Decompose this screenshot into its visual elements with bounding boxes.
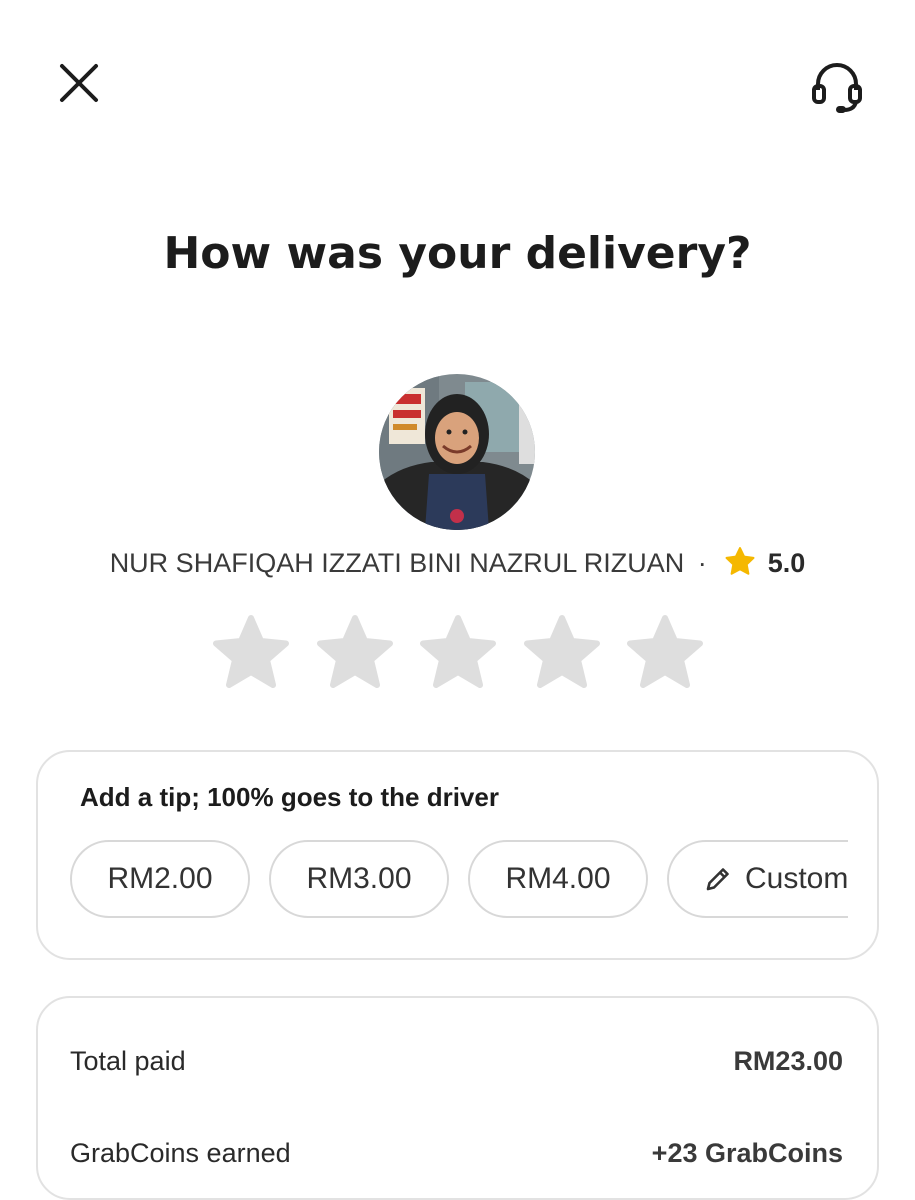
rating-stars <box>210 612 706 694</box>
total-paid-value: RM23.00 <box>733 1046 843 1076</box>
driver-rating: 5.0 <box>767 548 806 578</box>
headset-icon <box>812 63 862 113</box>
pencil-icon <box>706 868 729 891</box>
total-paid-row: Total paid RM23.00 <box>70 1046 843 1077</box>
star-icon <box>725 547 755 575</box>
rate-star-5[interactable] <box>624 612 706 694</box>
top-bar <box>0 0 915 170</box>
tip-options: RM2.00 RM3.00 RM4.00 Custom <box>70 840 848 920</box>
tip-option-4[interactable]: RM4.00 <box>468 840 648 918</box>
grabcoins-row: GrabCoins earned +23 GrabCoins <box>70 1138 843 1169</box>
tip-custom-button[interactable]: Custom <box>667 840 848 918</box>
tip-title: Add a tip; 100% goes to the driver <box>80 782 499 812</box>
driver-info: NUR SHAFIQAH IZZATI BINI NAZRUL RIZUAN ·… <box>0 546 915 579</box>
grabcoins-label: GrabCoins earned <box>70 1138 291 1168</box>
close-icon <box>60 64 98 102</box>
tip-custom-label: Custom <box>745 862 848 895</box>
grabcoins-value: +23 GrabCoins <box>651 1138 843 1168</box>
support-button[interactable] <box>806 56 868 118</box>
tip-card: Add a tip; 100% goes to the driver RM2.0… <box>36 750 879 960</box>
tip-option-2[interactable]: RM2.00 <box>70 840 250 918</box>
page-title: How was your delivery? <box>163 228 752 279</box>
rate-star-2[interactable] <box>314 612 396 694</box>
total-paid-label: Total paid <box>70 1046 186 1076</box>
rate-star-1[interactable] <box>210 612 292 694</box>
tip-option-3[interactable]: RM3.00 <box>269 840 449 918</box>
rate-star-4[interactable] <box>521 612 603 694</box>
separator-dot: · <box>697 548 707 578</box>
driver-avatar <box>379 374 535 530</box>
close-button[interactable] <box>52 56 106 110</box>
payment-summary-card: Total paid RM23.00 GrabCoins earned +23 … <box>36 996 879 1200</box>
rate-star-3[interactable] <box>417 612 499 694</box>
driver-name: NUR SHAFIQAH IZZATI BINI NAZRUL RIZUAN <box>109 548 685 578</box>
